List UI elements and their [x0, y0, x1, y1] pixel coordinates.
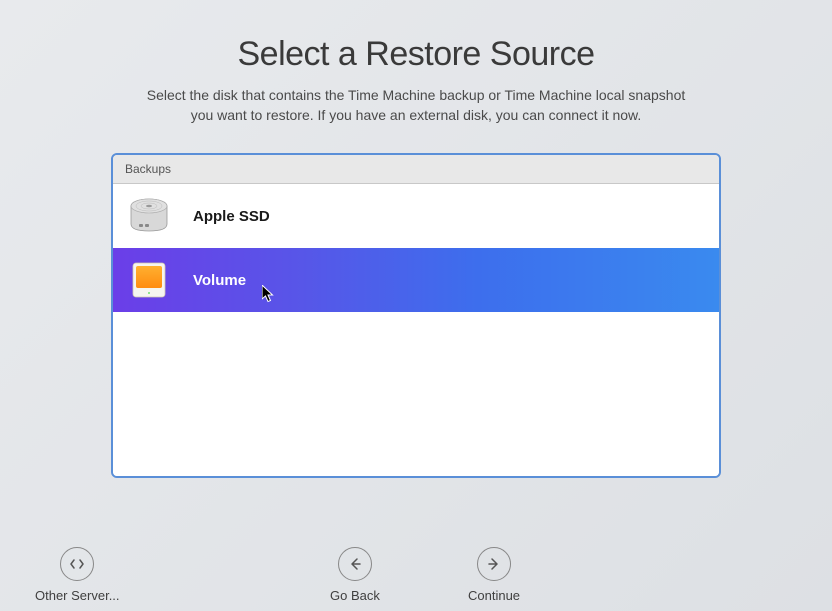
- arrow-right-icon: [477, 547, 511, 581]
- button-label: Continue: [468, 588, 520, 603]
- external-drive-icon: [127, 258, 171, 302]
- continue-button[interactable]: Continue: [468, 547, 520, 603]
- button-label: Go Back: [330, 588, 380, 603]
- list-item-apple-ssd[interactable]: Apple SSD: [113, 184, 719, 248]
- internal-drive-icon: [127, 194, 171, 238]
- list-header: Backups: [113, 155, 719, 184]
- network-icon: [60, 547, 94, 581]
- item-label: Apple SSD: [193, 208, 270, 225]
- backups-list-panel: Backups Apple SSD: [111, 153, 721, 478]
- list-body: Apple SSD: [113, 184, 719, 476]
- other-server-button[interactable]: Other Server...: [35, 547, 120, 603]
- list-item-volume[interactable]: Volume: [113, 248, 719, 312]
- page-title: Select a Restore Source: [237, 35, 594, 74]
- arrow-left-icon: [338, 547, 372, 581]
- go-back-button[interactable]: Go Back: [330, 547, 380, 603]
- page-subtitle: Select the disk that contains the Time M…: [147, 86, 686, 125]
- item-label: Volume: [193, 272, 246, 289]
- button-label: Other Server...: [35, 588, 120, 603]
